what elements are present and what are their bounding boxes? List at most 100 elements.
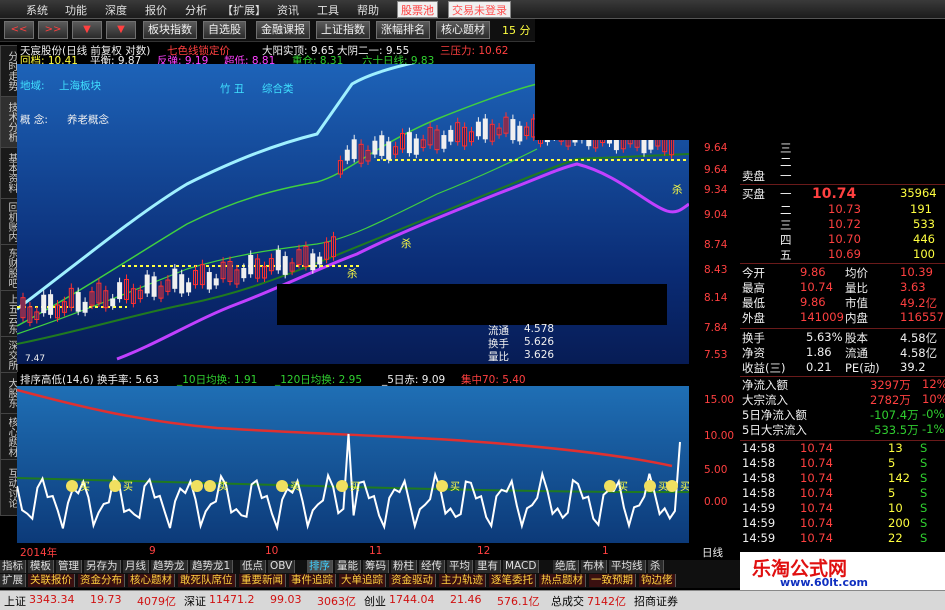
sh-index-button[interactable]: 上证指数 (316, 21, 370, 39)
gain-rank-button[interactable]: 涨幅排名 (376, 21, 430, 39)
tab-account[interactable]: 回机账内 (0, 198, 18, 245)
indicator-tab[interactable]: 量能 (335, 560, 361, 573)
quote-row: 14:59 10.74 22 S (740, 531, 943, 546)
stat-value: 3.63 (900, 280, 926, 294)
menu-tools[interactable]: 工具 (317, 2, 339, 18)
menu-help[interactable]: 帮助 (357, 2, 379, 18)
menu-function[interactable]: 功能 (65, 2, 87, 18)
core-topic-button[interactable]: 核心题材 (436, 21, 490, 39)
quote-row: 14:58 10.74 142 S (740, 471, 943, 486)
stock-pool-button[interactable]: 股票池 (397, 1, 438, 18)
tick-time: 14:59 (742, 531, 776, 545)
tab-cloud[interactable]: 上五云东 (0, 290, 18, 337)
menu-extend[interactable]: 【扩展】 (222, 2, 266, 18)
indicator-tab[interactable]: 低点 (240, 560, 266, 573)
sector-index-button[interactable]: 板块指数 (143, 21, 197, 39)
region-value: 上海板块 (59, 80, 101, 92)
price-axis: 9.64 9.64 9.34 9.04 8.74 8.43 8.14 7.84 … (690, 64, 740, 364)
extend-tab[interactable]: 重要新闻 (239, 574, 286, 587)
extend-tab[interactable]: 主力轨迹 (439, 574, 486, 587)
price-tick: 9.04 (704, 209, 728, 221)
period-label[interactable]: 15 分 (502, 22, 531, 38)
stat-value: 0.21 (806, 360, 832, 374)
stat-value: 116557 (900, 310, 944, 324)
next-page-button[interactable]: >> (38, 21, 68, 39)
extend-tab[interactable]: 关联报价 (28, 574, 75, 587)
tab-intraday[interactable]: 分时走势 (0, 45, 18, 97)
indicator-tab[interactable]: 另存为 (84, 560, 121, 573)
menu-analysis[interactable]: 分析 (185, 2, 207, 18)
tick-side: S (920, 486, 928, 500)
tab-discussion[interactable]: 互动讨论 (0, 459, 18, 516)
trade-login-button[interactable]: 交易未登录 (448, 1, 511, 18)
down-button-2[interactable]: ▼ (106, 21, 136, 39)
extend-tab[interactable]: 热点题材 (539, 574, 586, 587)
stat-value: 5.63% (806, 330, 843, 344)
stat-label: 最高 (742, 281, 765, 295)
prev-page-button[interactable]: << (4, 21, 34, 39)
indicator-tab[interactable]: 筹码 (363, 560, 389, 573)
tab-szse[interactable]: 深交所 (0, 336, 18, 373)
indicator-tab[interactable]: 经传 (419, 560, 445, 573)
menu-depth[interactable]: 深度 (105, 2, 127, 18)
tab-core-topic[interactable]: 核心题材 (0, 413, 18, 460)
watchlist-button[interactable]: 自选股 (203, 21, 246, 39)
extend-tab[interactable]: 事件追踪 (289, 574, 336, 587)
tab-forum[interactable]: 东财股吧 (0, 244, 18, 291)
indicator-tab[interactable]: 月线 (123, 560, 149, 573)
extend-tab[interactable]: 一致预期 (589, 574, 636, 587)
menu-quote[interactable]: 报价 (145, 2, 167, 18)
extend-tab[interactable]: 钩边佬 (639, 574, 676, 587)
indicator-tab[interactable]: 平均线 (609, 560, 646, 573)
extend-tab[interactable]: 核心题材 (128, 574, 175, 587)
buy-price: 10.74 (812, 186, 857, 202)
stat-label: 换手 (742, 331, 765, 345)
indicator-tab[interactable]: 趋势龙1 (190, 560, 234, 573)
oscillator-chart[interactable]: 买买买买买买买买买买 (17, 386, 689, 543)
extend-tab[interactable]: 逐笔委托 (489, 574, 536, 587)
tab-shareholder[interactable]: 大股东 (0, 372, 18, 414)
indicator-tab[interactable]: 粉柱 (391, 560, 417, 573)
tab-technical[interactable]: 技术分析 (0, 96, 18, 148)
indicator-tab[interactable]: 布林 (581, 560, 607, 573)
indicator-tab[interactable]: 绝底 (553, 560, 579, 573)
tab-fundamental[interactable]: 基本资料 (0, 147, 18, 199)
osc-tick: 15.00 (704, 394, 735, 406)
stat-label: 今开 (742, 266, 765, 280)
indicator-tab[interactable]: 杀 (648, 560, 664, 573)
indicator-tab[interactable]: MACD (503, 560, 540, 573)
indicator-tab[interactable]: 平均 (447, 560, 473, 573)
extend-tab[interactable]: 敢死队席位 (178, 574, 236, 587)
low-price-label: 7.47 (25, 354, 46, 364)
smile-icon (276, 480, 288, 492)
buy-mark: 买 (618, 481, 628, 493)
price-tick: 8.14 (704, 292, 728, 304)
ticker-tag: 竹 丑 (220, 83, 245, 95)
turnover-rate: 换手率: 5.63 (97, 374, 159, 386)
tick-volume: 142 (888, 471, 910, 485)
indicator-tab[interactable]: 里有 (475, 560, 501, 573)
ten-day-turnover: _10日均换: 1.91 (177, 374, 258, 386)
status-label: 创业 (364, 595, 386, 608)
indicator-tab[interactable]: 管理 (56, 560, 82, 573)
extend-tab[interactable]: 资金驱动 (389, 574, 436, 587)
indicator-tab[interactable]: 趋势龙 (151, 560, 188, 573)
menu-news[interactable]: 资讯 (277, 2, 299, 18)
quote-row: 14:59 10.74 200 S (740, 516, 943, 531)
indicator-tab[interactable]: 模板 (28, 560, 54, 573)
extend-tab[interactable]: 扩展 (0, 574, 26, 587)
quote-row: 14:58 10.74 5 S (740, 456, 943, 471)
sell-mark: 杀 (401, 238, 412, 250)
indicator-tab[interactable]: 排序 (307, 560, 333, 573)
extend-tab[interactable]: 大单追踪 (339, 574, 386, 587)
down-button-1[interactable]: ▼ (72, 21, 102, 39)
extend-tab[interactable]: 资金分布 (78, 574, 125, 587)
day-line-label[interactable]: 日线 (702, 545, 723, 560)
quote-row: 5日净流入额 -107.4万 -0% (740, 407, 944, 422)
indicator-tab[interactable]: OBV (268, 560, 296, 573)
tick-price: 10.74 (800, 531, 833, 545)
menu-system[interactable]: 系统 (26, 2, 48, 18)
status-value: 21.46 (450, 593, 482, 606)
indicator-tab[interactable]: 指标 (0, 560, 26, 573)
finance-course-button[interactable]: 金融课报 (256, 21, 310, 39)
